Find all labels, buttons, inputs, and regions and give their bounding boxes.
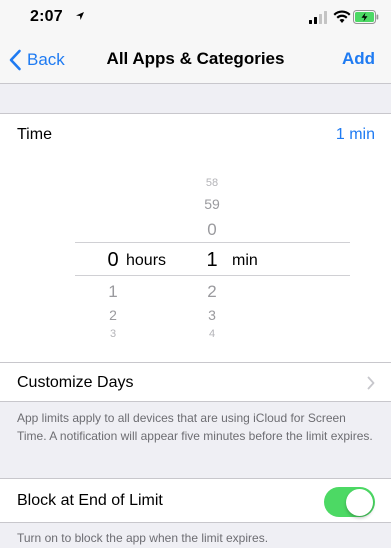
minutes-option: 2 [207, 282, 217, 301]
battery-charging-icon [353, 10, 379, 24]
cellular-signal-icon [309, 11, 327, 24]
block-hint-note: Turn on to block the app when the limit … [17, 531, 269, 545]
time-label: Time [17, 126, 52, 143]
minutes-unit-label: min [232, 252, 258, 269]
chevron-left-icon [9, 49, 21, 71]
time-section: Time 1 min 0 hours 1 2 3 58 59 0 1 min 2… [0, 113, 391, 363]
block-at-end-toggle[interactable] [324, 487, 375, 517]
wifi-icon [333, 10, 351, 23]
location-arrow-icon [76, 12, 84, 20]
hours-option: 2 [109, 307, 117, 323]
app-limits-note: App limits apply to all devices that are… [17, 411, 373, 443]
picker-selection-bottom-line [75, 275, 350, 276]
add-button[interactable]: Add [342, 49, 375, 69]
back-button-label: Back [27, 50, 65, 69]
customize-days-label: Customize Days [17, 374, 134, 391]
time-value: 1 min [335, 126, 375, 143]
minutes-option: 0 [207, 220, 217, 239]
status-time: 2:07 [30, 8, 63, 25]
minutes-option: 58 [205, 177, 219, 189]
toggle-knob [346, 489, 373, 516]
time-row[interactable]: Time 1 min [0, 114, 391, 158]
status-bar: 2:07 [0, 0, 391, 38]
picker-selection-top-line [75, 242, 350, 243]
block-at-end-label: Block at End of Limit [17, 492, 163, 509]
navigation-bar: Back All Apps & Categories Add [0, 38, 391, 84]
minutes-selected-value: 1 [206, 249, 218, 271]
minutes-option: 4 [208, 328, 216, 340]
minutes-option: 59 [204, 196, 220, 212]
block-at-end-row: Block at End of Limit [0, 478, 391, 523]
customize-days-row[interactable]: Customize Days [0, 362, 391, 402]
hours-unit-label: hours [126, 252, 167, 269]
screen: 2:07 Back All Apps & Categories Add Time… [0, 0, 391, 548]
chevron-right-icon [367, 376, 375, 390]
minutes-option: 3 [208, 307, 216, 323]
hours-option: 3 [109, 328, 117, 340]
hours-option: 1 [108, 282, 118, 301]
back-button[interactable]: Back [8, 48, 65, 72]
time-picker[interactable]: 0 hours 1 2 3 58 59 0 1 min 2 3 4 [0, 158, 391, 364]
